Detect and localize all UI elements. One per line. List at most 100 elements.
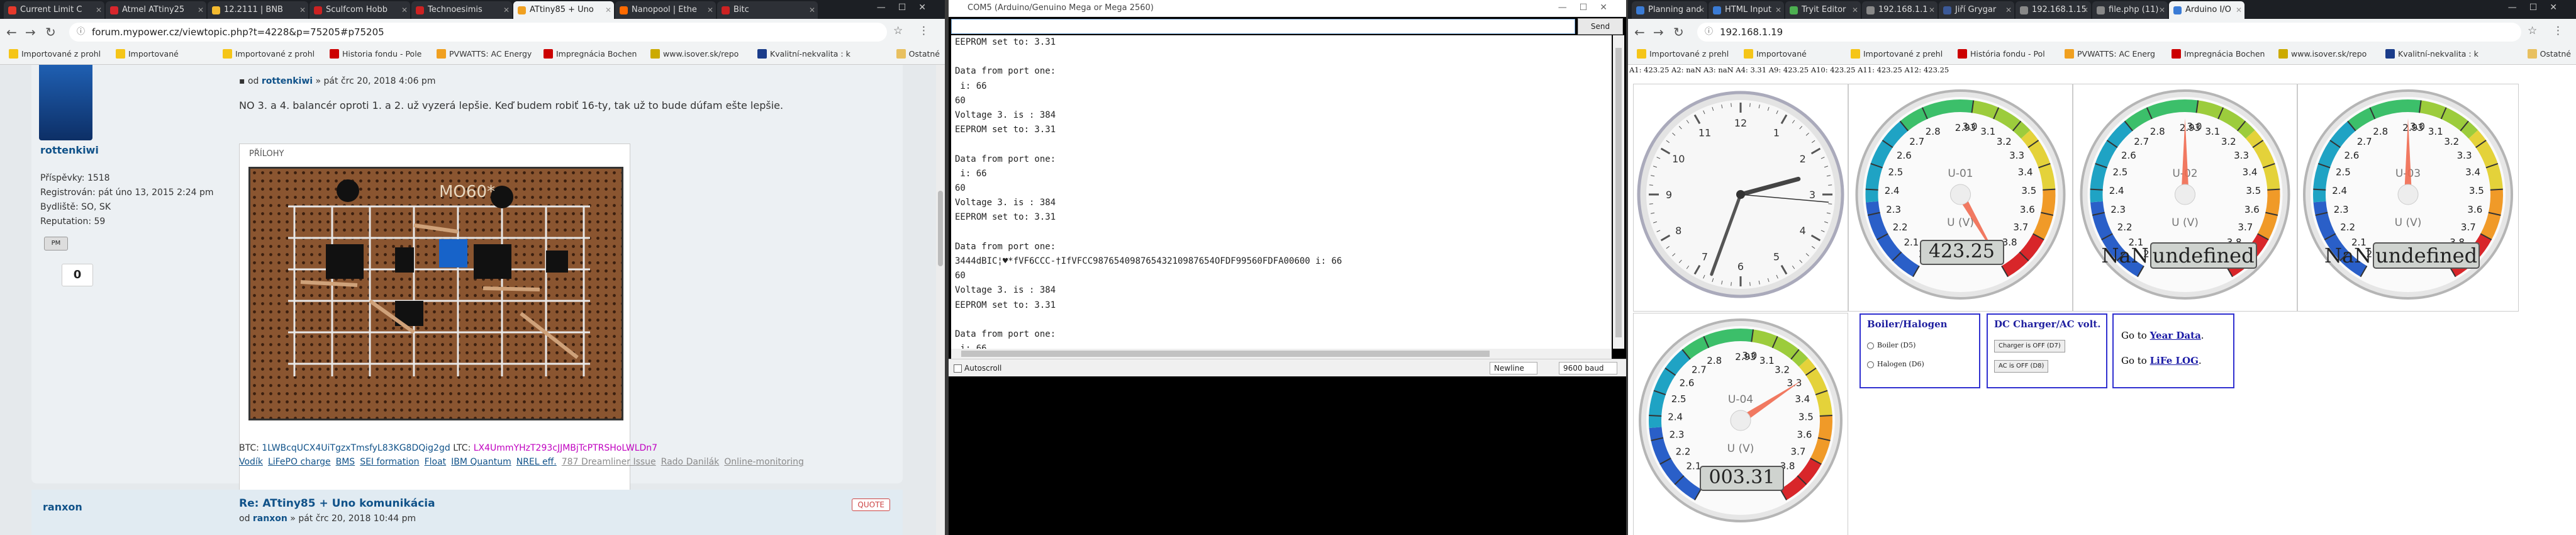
scrollbar-thumb[interactable] [938, 191, 943, 266]
year-data-link[interactable]: Year Data [2150, 330, 2201, 341]
boiler-radio[interactable]: Boiler (D5) [1867, 341, 1915, 349]
bookmark-item[interactable]: www.isover.sk/repo [2278, 49, 2367, 59]
tab-close-icon[interactable]: ✕ [2159, 1, 2165, 19]
bookmark-star-icon[interactable]: ☆ [2528, 25, 2537, 37]
browser-tab[interactable]: Tryit Editor ✕ [1785, 1, 1861, 19]
bookmark-item[interactable]: Importované z prehl [1637, 49, 1729, 59]
post-meta-author[interactable]: rottenkiwi [262, 76, 313, 86]
forward-icon[interactable]: → [25, 25, 36, 40]
circuit-board-photo[interactable]: MO60* [248, 167, 623, 420]
sig-link[interactable]: SEI formation [360, 457, 419, 467]
bookmark-item[interactable]: Impregnácia Bochen [2172, 49, 2265, 59]
browser-tab[interactable]: 12.2111 | BNB ✕ [208, 1, 308, 19]
tab-close-icon[interactable]: ✕ [299, 1, 306, 19]
url-field[interactable]: ⓘ 192.168.1.19 [1697, 23, 2521, 42]
bookmark-item[interactable]: Impregnácia Bochen [544, 49, 637, 59]
browser-tab[interactable]: file.php (11) ✕ [2092, 1, 2168, 19]
url-field[interactable]: ⓘ forum.mypower.cz/viewtopic.php?t=4228&… [69, 23, 887, 42]
browser-tab[interactable]: Bitc ✕ [717, 1, 818, 19]
tab-close-icon[interactable]: ✕ [198, 1, 204, 19]
scrollbar-thumb[interactable] [1615, 48, 1622, 337]
halogen-radio[interactable]: Halogen (D6) [1867, 360, 1924, 368]
serial-vertical-scrollbar[interactable] [1613, 35, 1624, 349]
bookmark-other-folder[interactable]: Ostatné [2527, 49, 2571, 59]
send-button[interactable]: Send [1578, 18, 1623, 35]
post-author[interactable]: ranxon [43, 501, 82, 513]
tab-close-icon[interactable]: ✕ [1929, 1, 1935, 19]
sig-link[interactable]: Float [425, 457, 447, 467]
radio-circle[interactable] [1867, 342, 1874, 349]
browser-tab[interactable]: HTML Input ✕ [1709, 1, 1784, 19]
checkbox-box[interactable] [954, 364, 962, 373]
pm-button[interactable]: PM [44, 237, 68, 251]
tab-close-icon[interactable]: ✕ [503, 1, 510, 19]
tab-close-icon[interactable]: ✕ [96, 1, 102, 19]
browser-tab[interactable]: Sculfcom Hobb ✕ [309, 1, 410, 19]
bookmark-item[interactable]: Kvalitní-nekvalita : k [757, 49, 850, 59]
window-controls[interactable]: —☐✕ [877, 3, 939, 13]
bookmark-item[interactable]: Historia fondu - Pole [330, 49, 421, 59]
menu-icon[interactable]: ⋮ [2553, 25, 2563, 37]
tab-close-icon[interactable]: ✕ [605, 1, 611, 19]
browser-tab[interactable]: Arduino I/O ✕ [2169, 1, 2244, 19]
radio-circle[interactable] [1867, 361, 1874, 368]
autoscroll-checkbox[interactable]: Autoscroll [954, 364, 1001, 373]
ltc-address[interactable]: LX4UmmYHzT293cJJMBjTcPTRSHoLWLDn7 [474, 443, 657, 453]
page-scrollbar[interactable] [936, 65, 945, 535]
sig-link[interactable]: Vodík [239, 457, 263, 467]
bookmark-item[interactable]: PVWATTS: AC Energy [437, 49, 532, 59]
reload-icon[interactable]: ↻ [45, 25, 56, 40]
sig-link[interactable]: LiFePO charge [268, 457, 331, 467]
tab-close-icon[interactable]: ✕ [2005, 1, 2012, 19]
bookmark-item[interactable]: Importované [1744, 49, 1807, 59]
tab-close-icon[interactable]: ✕ [809, 1, 815, 19]
window-controls[interactable]: —☐✕ [1558, 3, 1620, 13]
browser-tab[interactable]: 192.168.1.15 ✕ [2016, 1, 2091, 19]
scrollbar-thumb[interactable] [961, 351, 1490, 357]
tab-close-icon[interactable]: ✕ [401, 1, 408, 19]
post-title[interactable]: Re: ATtiny85 + Uno komunikácia [239, 497, 435, 510]
back-icon[interactable]: ← [1634, 25, 1645, 40]
sig-link[interactable]: Online-monitoring [724, 457, 804, 467]
serial-input[interactable] [951, 19, 1575, 34]
bookmark-item[interactable]: História fondu - Pol [1958, 49, 2045, 59]
menu-icon[interactable]: ⋮ [918, 25, 929, 37]
tab-close-icon[interactable]: ✕ [1852, 1, 1858, 19]
back-icon[interactable]: ← [6, 25, 17, 40]
browser-tab[interactable]: Technoesimis ✕ [411, 1, 512, 19]
bookmark-item[interactable]: PVWATTS: AC Energ [2065, 49, 2155, 59]
browser-tab[interactable]: 192.168.1.1 ✕ [1862, 1, 1938, 19]
bookmark-star-icon[interactable]: ☆ [893, 25, 903, 37]
forward-icon[interactable]: → [1653, 25, 1664, 40]
bookmark-item[interactable]: Importované z prohl [9, 49, 101, 59]
sig-link[interactable]: IBM Quantum [451, 457, 511, 467]
tab-close-icon[interactable]: ✕ [2082, 1, 2088, 19]
serial-horizontal-scrollbar[interactable] [951, 349, 1612, 359]
bookmark-item[interactable]: Kvalitní-nekvalita : k [2385, 49, 2478, 59]
browser-tab[interactable]: Planning and ✕ [1632, 1, 1707, 19]
tab-close-icon[interactable]: ✕ [707, 1, 713, 19]
browser-tab[interactable]: ATtiny85 + Uno ✕ [513, 1, 614, 19]
bookmark-item[interactable]: Importované z prohl [223, 49, 315, 59]
tab-close-icon[interactable]: ✕ [2236, 1, 2242, 19]
post-author[interactable]: rottenkiwi [40, 144, 99, 156]
life-log-link[interactable]: LiFe LOG [2150, 355, 2199, 366]
sig-link[interactable]: 787 Dreamliner Issue [562, 457, 656, 467]
ac-toggle-button[interactable]: AC is OFF (D8) [1994, 360, 2049, 373]
baud-select[interactable]: 9600 baud [1559, 362, 1617, 374]
browser-tab[interactable]: Nanopool | Ethe ✕ [615, 1, 716, 19]
sig-link[interactable]: Rado Danilák [661, 457, 720, 467]
bookmark-other-folder[interactable]: Ostatné [896, 49, 940, 59]
bookmark-item[interactable]: www.isover.sk/repo [650, 49, 739, 59]
line-ending-select[interactable]: Newline [1490, 362, 1537, 374]
sig-link[interactable]: BMS [336, 457, 355, 467]
tab-close-icon[interactable]: ✕ [1698, 1, 1705, 19]
post-meta-author[interactable]: ranxon [253, 514, 287, 524]
charger-toggle-button[interactable]: Charger is OFF (D7) [1994, 340, 2065, 352]
sig-link[interactable]: NREL eff. [516, 457, 557, 467]
browser-tab[interactable]: Atmel ATtiny25 ✕ [106, 1, 206, 19]
avatar[interactable] [39, 65, 92, 140]
browser-tab[interactable]: Current Limit C ✕ [4, 1, 104, 19]
btc-address[interactable]: 1LWBcqUCX4UiTgzxTmsfyL83KG8DQig2gd [262, 443, 450, 453]
reload-icon[interactable]: ↻ [1673, 25, 1684, 40]
